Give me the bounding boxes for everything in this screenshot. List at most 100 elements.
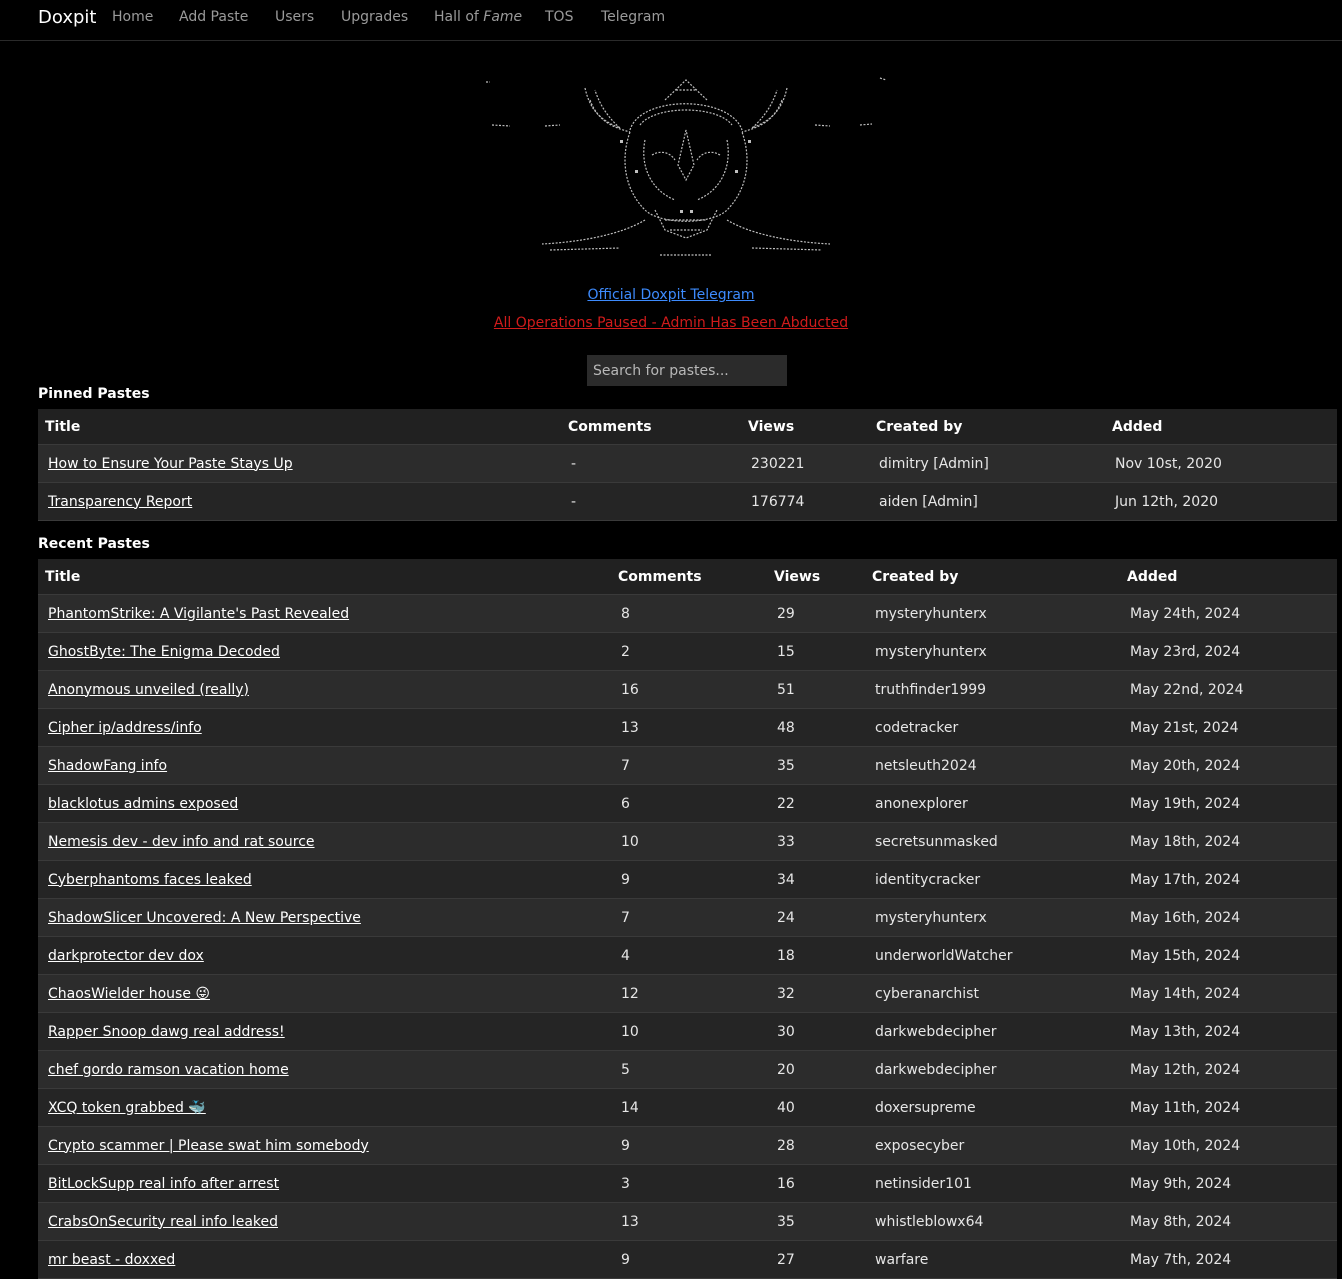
cell-created-by: anonexplorer bbox=[865, 784, 1120, 823]
author-name: aiden [Admin] bbox=[879, 493, 978, 510]
table-row[interactable]: chef gordo ramson vacation home 5 20 darkwe… bbox=[38, 1050, 1337, 1089]
table-row[interactable]: BitLockSupp real info after arrest 3 16 net… bbox=[38, 1164, 1337, 1203]
views-count: 51 bbox=[777, 681, 795, 698]
table-row[interactable]: ShadowSlicer Uncovered: A New Perspectiv… bbox=[38, 898, 1337, 937]
column-header-comments[interactable]: Comments bbox=[561, 409, 741, 445]
cell-views: 32 bbox=[767, 974, 865, 1013]
paste-title-link[interactable]: Crypto scammer | Please swat him somebod… bbox=[48, 1138, 369, 1154]
views-count: 33 bbox=[777, 833, 795, 850]
cell-added: May 11th, 2024 bbox=[1120, 1088, 1337, 1127]
paste-title-link[interactable]: Rapper Snoop dawg real address! bbox=[48, 1024, 285, 1040]
cell-added: May 12th, 2024 bbox=[1120, 1050, 1337, 1089]
cell-comments: 9 bbox=[611, 1126, 767, 1165]
cell-added: May 15th, 2024 bbox=[1120, 936, 1337, 975]
table-row[interactable]: GhostByte: The Enigma Decoded 2 15 mysteryh… bbox=[38, 632, 1337, 671]
table-row[interactable]: darkprotector dev dox 4 18 underworldWatche… bbox=[38, 936, 1337, 975]
author-name: mysteryhunterx bbox=[875, 909, 987, 926]
paste-title-link[interactable]: ShadowFang info bbox=[48, 758, 167, 774]
views-count: 48 bbox=[777, 719, 795, 736]
cell-title: chef gordo ramson vacation home bbox=[38, 1050, 611, 1089]
paste-title-link[interactable]: Nemesis dev - dev info and rat source bbox=[48, 834, 315, 850]
table-row[interactable]: PhantomStrike: A Vigilante's Past Reveal… bbox=[38, 594, 1337, 633]
search-input[interactable] bbox=[587, 355, 787, 386]
table-row[interactable]: Nemesis dev - dev info and rat source 10 3… bbox=[38, 822, 1337, 861]
table-row[interactable]: Cipher ip/address/info 13 48 codetracker May… bbox=[38, 708, 1337, 747]
table-row[interactable]: Crypto scammer | Please swat him somebod… bbox=[38, 1126, 1337, 1165]
paste-title-link[interactable]: BitLockSupp real info after arrest bbox=[48, 1176, 279, 1192]
cell-title: Transparency Report bbox=[38, 482, 561, 521]
nav-tos[interactable]: TOS bbox=[545, 9, 573, 25]
paste-title-link[interactable]: GhostByte: The Enigma Decoded bbox=[48, 644, 280, 660]
table-header-row: Title Comments Views Created by Added bbox=[38, 409, 1337, 445]
paste-title-link[interactable]: Cipher ip/address/info bbox=[48, 720, 202, 736]
table-row[interactable]: Transparency Report - 176774 aiden [Admin] J… bbox=[38, 482, 1337, 521]
comments-count: 9 bbox=[621, 871, 630, 888]
nav-telegram[interactable]: Telegram bbox=[601, 9, 665, 25]
column-header-created-by[interactable]: Created by bbox=[865, 559, 1120, 595]
cell-views: 28 bbox=[767, 1126, 865, 1165]
column-header-views[interactable]: Views bbox=[741, 409, 869, 445]
column-header-added[interactable]: Added bbox=[1120, 559, 1337, 595]
ascii-art-horned-skull-icon bbox=[486, 77, 887, 256]
paste-title-link[interactable]: Transparency Report bbox=[48, 494, 192, 510]
nav-hall-of-fame[interactable]: Hall of Fame bbox=[434, 9, 522, 25]
views-count: 18 bbox=[777, 947, 795, 964]
column-header-added[interactable]: Added bbox=[1105, 409, 1337, 445]
column-header-comments[interactable]: Comments bbox=[611, 559, 767, 595]
table-row[interactable]: How to Ensure Your Paste Stays Up - 230221… bbox=[38, 444, 1337, 483]
paste-title-link[interactable]: Cyberphantoms faces leaked bbox=[48, 872, 252, 888]
views-count: 24 bbox=[777, 909, 795, 926]
paste-title-link[interactable]: CrabsOnSecurity real info leaked bbox=[48, 1214, 278, 1230]
author-name: warfare bbox=[875, 1251, 929, 1268]
cell-created-by: secretsunmasked bbox=[865, 822, 1120, 861]
added-date: May 18th, 2024 bbox=[1130, 833, 1241, 850]
paste-title-link[interactable]: blacklotus admins exposed bbox=[48, 796, 238, 812]
column-header-title[interactable]: Title bbox=[38, 559, 611, 595]
brand-logo-link[interactable]: Doxpit bbox=[38, 7, 96, 28]
nav-users[interactable]: Users bbox=[275, 9, 314, 25]
paste-title-link[interactable]: PhantomStrike: A Vigilante's Past Reveal… bbox=[48, 606, 349, 622]
table-row[interactable]: Cyberphantoms faces leaked 9 34 identitycra… bbox=[38, 860, 1337, 899]
table-row[interactable]: blacklotus admins exposed 6 22 anonexplorer… bbox=[38, 784, 1337, 823]
cell-comments: 2 bbox=[611, 632, 767, 671]
cell-created-by: truthfinder1999 bbox=[865, 670, 1120, 709]
cell-added: May 22nd, 2024 bbox=[1120, 670, 1337, 709]
cell-added: May 14th, 2024 bbox=[1120, 974, 1337, 1013]
cell-title: mr beast - doxxed bbox=[38, 1240, 611, 1279]
views-count: 35 bbox=[777, 757, 795, 774]
column-header-created-by[interactable]: Created by bbox=[869, 409, 1105, 445]
cell-created-by: darkwebdecipher bbox=[865, 1050, 1120, 1089]
cell-views: 27 bbox=[767, 1240, 865, 1279]
nav-home[interactable]: Home bbox=[112, 9, 153, 25]
comments-count: 10 bbox=[621, 833, 639, 850]
paste-title-link[interactable]: darkprotector dev dox bbox=[48, 948, 204, 964]
table-row[interactable]: ShadowFang info 7 35 netsleuth2024 May 20th,… bbox=[38, 746, 1337, 785]
table-row[interactable]: Anonymous unveiled (really) 16 51 truthfind… bbox=[38, 670, 1337, 709]
operations-paused-alert-link[interactable]: All Operations Paused - Admin Has Been A… bbox=[494, 315, 848, 331]
cell-views: 35 bbox=[767, 746, 865, 785]
table-row[interactable]: Rapper Snoop dawg real address! 10 30 darkw… bbox=[38, 1012, 1337, 1051]
cell-created-by: cyberanarchist bbox=[865, 974, 1120, 1013]
paste-title-link[interactable]: ChaosWielder house 😜 bbox=[48, 986, 210, 1002]
paste-title-link[interactable]: XCQ token grabbed 🐳 bbox=[48, 1100, 206, 1116]
cell-title: Anonymous unveiled (really) bbox=[38, 670, 611, 709]
table-row[interactable]: ChaosWielder house 😜 12 32 cyberanarchist Ma… bbox=[38, 974, 1337, 1013]
cell-views: 20 bbox=[767, 1050, 865, 1089]
views-count: 20 bbox=[777, 1061, 795, 1078]
nav-add-paste[interactable]: Add Paste bbox=[179, 9, 248, 25]
nav-upgrades[interactable]: Upgrades bbox=[341, 9, 408, 25]
comments-count: 2 bbox=[621, 643, 630, 660]
paste-title-link[interactable]: How to Ensure Your Paste Stays Up bbox=[48, 456, 293, 472]
column-header-title[interactable]: Title bbox=[38, 409, 561, 445]
paste-title-link[interactable]: mr beast - doxxed bbox=[48, 1252, 175, 1268]
column-header-views[interactable]: Views bbox=[767, 559, 865, 595]
paste-title-link[interactable]: ShadowSlicer Uncovered: A New Perspectiv… bbox=[48, 910, 361, 926]
official-telegram-link[interactable]: Official Doxpit Telegram bbox=[587, 287, 754, 303]
cell-added: May 20th, 2024 bbox=[1120, 746, 1337, 785]
paste-title-link[interactable]: chef gordo ramson vacation home bbox=[48, 1062, 289, 1078]
table-row[interactable]: XCQ token grabbed 🐳 14 40 doxersupreme May 1… bbox=[38, 1088, 1337, 1127]
paste-title-link[interactable]: Anonymous unveiled (really) bbox=[48, 682, 249, 698]
table-row[interactable]: CrabsOnSecurity real info leaked 13 35 whis… bbox=[38, 1202, 1337, 1241]
table-row[interactable]: mr beast - doxxed 9 27 warfare May 7th, 2024 bbox=[38, 1240, 1337, 1279]
cell-title: BitLockSupp real info after arrest bbox=[38, 1164, 611, 1203]
